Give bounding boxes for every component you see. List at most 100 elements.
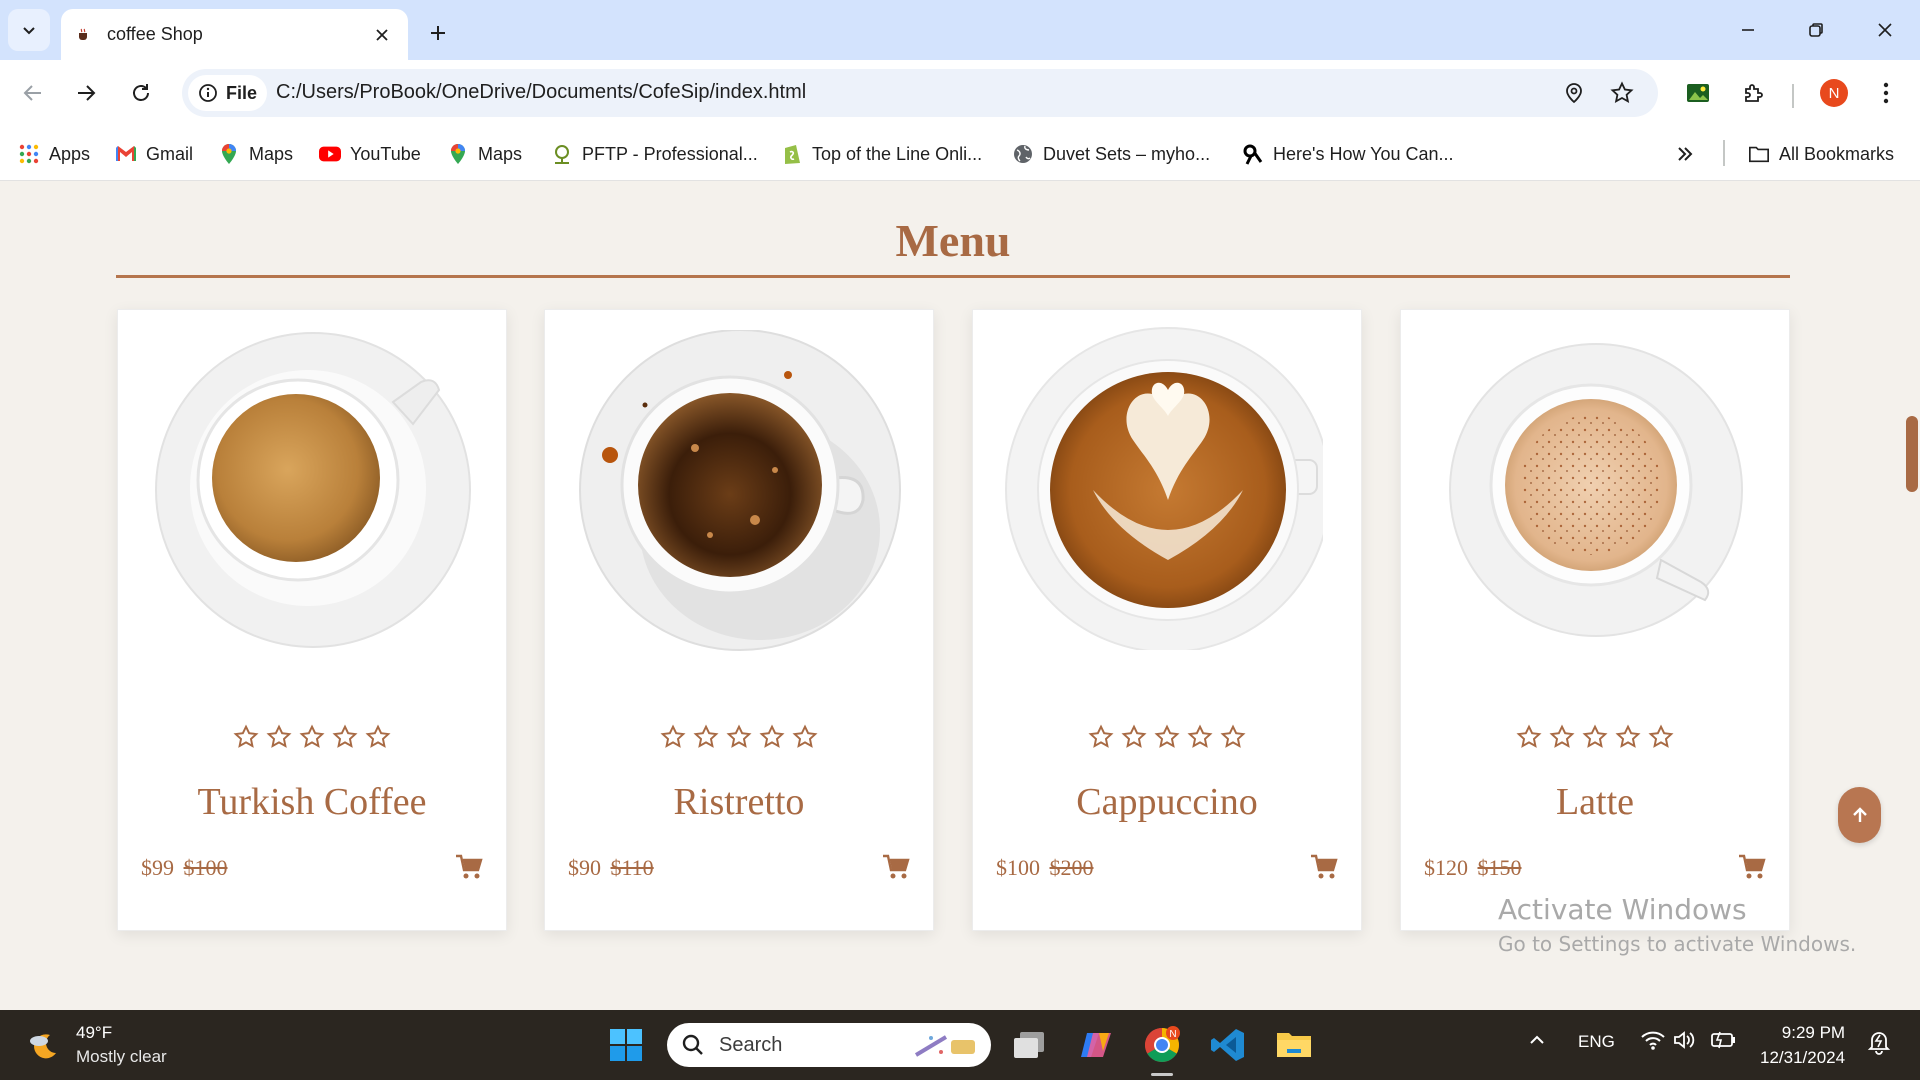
chevron-down-icon bbox=[23, 27, 35, 35]
system-clock[interactable]: 9:29 PM 12/31/2024 bbox=[1760, 1020, 1845, 1070]
product-price: $99 $100 bbox=[141, 855, 228, 881]
all-bookmarks-button[interactable]: All Bookmarks bbox=[1748, 138, 1894, 170]
star-icon[interactable] bbox=[1186, 723, 1214, 751]
tab-coffee-shop[interactable]: coffee Shop bbox=[61, 9, 408, 60]
arrow-up-icon bbox=[1852, 807, 1867, 822]
product-card-ristretto[interactable]: Ristretto $90 $110 bbox=[544, 309, 934, 931]
rating-stars[interactable] bbox=[973, 723, 1361, 751]
bookmark-gmail[interactable]: Gmail bbox=[115, 138, 193, 170]
add-to-cart-icon[interactable] bbox=[1307, 850, 1341, 884]
star-icon[interactable] bbox=[1219, 723, 1247, 751]
page-viewport: Menu Turkish Coffee $99 $100 Ristretto $… bbox=[0, 181, 1920, 1010]
star-icon[interactable] bbox=[1548, 723, 1576, 751]
add-to-cart-icon[interactable] bbox=[1735, 850, 1769, 884]
star-icon[interactable] bbox=[331, 723, 359, 751]
bookmark-duvet-sets[interactable]: Duvet Sets – myho... bbox=[1012, 138, 1210, 170]
extension-photo-icon[interactable] bbox=[1680, 75, 1716, 111]
copilot-button[interactable] bbox=[1073, 1022, 1119, 1068]
vscode-taskbar-button[interactable] bbox=[1205, 1022, 1251, 1068]
product-card-turkish-coffee[interactable]: Turkish Coffee $99 $100 bbox=[117, 309, 507, 931]
star-icon[interactable] bbox=[232, 723, 260, 751]
tab-search-button[interactable] bbox=[8, 9, 50, 51]
browser-menu-button[interactable] bbox=[1868, 75, 1904, 111]
current-price: $100 bbox=[996, 855, 1040, 880]
bookmark-heres-how[interactable]: Here's How You Can... bbox=[1242, 138, 1454, 170]
bookmark-star-icon[interactable] bbox=[1606, 77, 1638, 109]
site-info-chip[interactable]: File bbox=[188, 75, 268, 111]
bookmark-label: YouTube bbox=[350, 143, 421, 164]
browser-toolbar: File C:/Users/ProBook/OneDrive/Documents… bbox=[0, 60, 1920, 126]
restore-button[interactable] bbox=[1793, 10, 1839, 50]
task-view-button[interactable] bbox=[1006, 1022, 1052, 1068]
threads-icon bbox=[1242, 143, 1264, 165]
product-name: Latte bbox=[1555, 781, 1635, 823]
new-tab-button[interactable] bbox=[420, 15, 456, 51]
start-button[interactable] bbox=[603, 1022, 649, 1068]
restore-icon bbox=[1809, 23, 1823, 37]
product-card-latte[interactable]: Latte $120 $150 bbox=[1400, 309, 1790, 931]
star-icon[interactable] bbox=[1647, 723, 1675, 751]
star-icon[interactable] bbox=[1581, 723, 1609, 751]
show-hidden-icons-button[interactable] bbox=[1527, 1030, 1547, 1055]
star-icon[interactable] bbox=[265, 723, 293, 751]
more-bookmarks-button[interactable] bbox=[1676, 138, 1694, 170]
star-icon[interactable] bbox=[659, 723, 687, 751]
star-icon[interactable] bbox=[791, 723, 819, 751]
star-icon[interactable] bbox=[1087, 723, 1115, 751]
weather-temperature: 49°F bbox=[76, 1023, 113, 1042]
rating-stars[interactable] bbox=[118, 723, 506, 751]
battery-icon[interactable] bbox=[1710, 1029, 1738, 1056]
scroll-to-top-button[interactable] bbox=[1838, 787, 1881, 843]
close-window-button[interactable] bbox=[1862, 10, 1908, 50]
star-icon[interactable] bbox=[758, 723, 786, 751]
star-icon[interactable] bbox=[364, 723, 392, 751]
windows-taskbar: 49°F Mostly clear Search N ENG 9:29 PM 1… bbox=[0, 1010, 1920, 1080]
clock-date: 12/31/2024 bbox=[1760, 1048, 1846, 1067]
back-button[interactable] bbox=[15, 75, 51, 111]
star-icon[interactable] bbox=[1515, 723, 1543, 751]
star-icon[interactable] bbox=[725, 723, 753, 751]
product-price: $90 $110 bbox=[568, 855, 654, 881]
minimize-button[interactable] bbox=[1725, 10, 1771, 50]
wifi-icon[interactable] bbox=[1640, 1029, 1666, 1056]
location-icon[interactable] bbox=[1558, 77, 1590, 109]
task-view-icon bbox=[1014, 1032, 1044, 1058]
bookmark-maps-2[interactable]: Maps bbox=[447, 138, 522, 170]
bookmark-label: Here's How You Can... bbox=[1273, 143, 1454, 164]
star-icon[interactable] bbox=[692, 723, 720, 751]
bookmark-label: Maps bbox=[249, 143, 294, 164]
product-name: Ristretto bbox=[673, 781, 805, 823]
bookmark-youtube[interactable]: YouTube bbox=[319, 138, 421, 170]
taskbar-search-box[interactable]: Search bbox=[667, 1023, 991, 1067]
star-icon[interactable] bbox=[1614, 723, 1642, 751]
star-icon[interactable] bbox=[1120, 723, 1148, 751]
profile-avatar[interactable]: N bbox=[1816, 75, 1852, 111]
chrome-taskbar-button[interactable]: N bbox=[1139, 1022, 1185, 1068]
bookmark-pftp[interactable]: PFTP - Professional... bbox=[551, 138, 758, 170]
kebab-menu-icon bbox=[1883, 82, 1889, 104]
file-explorer-button[interactable] bbox=[1271, 1022, 1317, 1068]
language-indicator[interactable]: ENG bbox=[1578, 1032, 1615, 1052]
vscode-icon bbox=[1211, 1029, 1244, 1061]
close-tab-icon[interactable] bbox=[370, 23, 394, 47]
add-to-cart-icon[interactable] bbox=[452, 850, 486, 884]
add-to-cart-icon[interactable] bbox=[879, 850, 913, 884]
star-icon[interactable] bbox=[1153, 723, 1181, 751]
weather-widget[interactable]: 49°F Mostly clear bbox=[26, 1021, 167, 1069]
reload-button[interactable] bbox=[123, 75, 159, 111]
page-scrollbar-thumb[interactable] bbox=[1906, 416, 1918, 492]
notifications-bell-icon[interactable] bbox=[1866, 1029, 1892, 1060]
all-bookmarks-label: All Bookmarks bbox=[1779, 143, 1895, 164]
star-icon[interactable] bbox=[298, 723, 326, 751]
address-bar[interactable]: File C:/Users/ProBook/OneDrive/Documents… bbox=[182, 69, 1658, 117]
folder-explorer-icon bbox=[1277, 1033, 1311, 1057]
bookmark-maps[interactable]: Maps bbox=[218, 138, 293, 170]
rating-stars[interactable] bbox=[545, 723, 933, 751]
bookmark-apps[interactable]: Apps bbox=[18, 138, 90, 170]
bookmark-top-of-the-line[interactable]: Top of the Line Onli... bbox=[781, 138, 982, 170]
rating-stars[interactable] bbox=[1401, 723, 1789, 751]
product-card-cappuccino[interactable]: Cappuccino $100 $200 bbox=[972, 309, 1362, 931]
forward-button[interactable] bbox=[68, 75, 104, 111]
extensions-puzzle-icon[interactable] bbox=[1736, 75, 1772, 111]
volume-icon[interactable] bbox=[1672, 1029, 1696, 1056]
